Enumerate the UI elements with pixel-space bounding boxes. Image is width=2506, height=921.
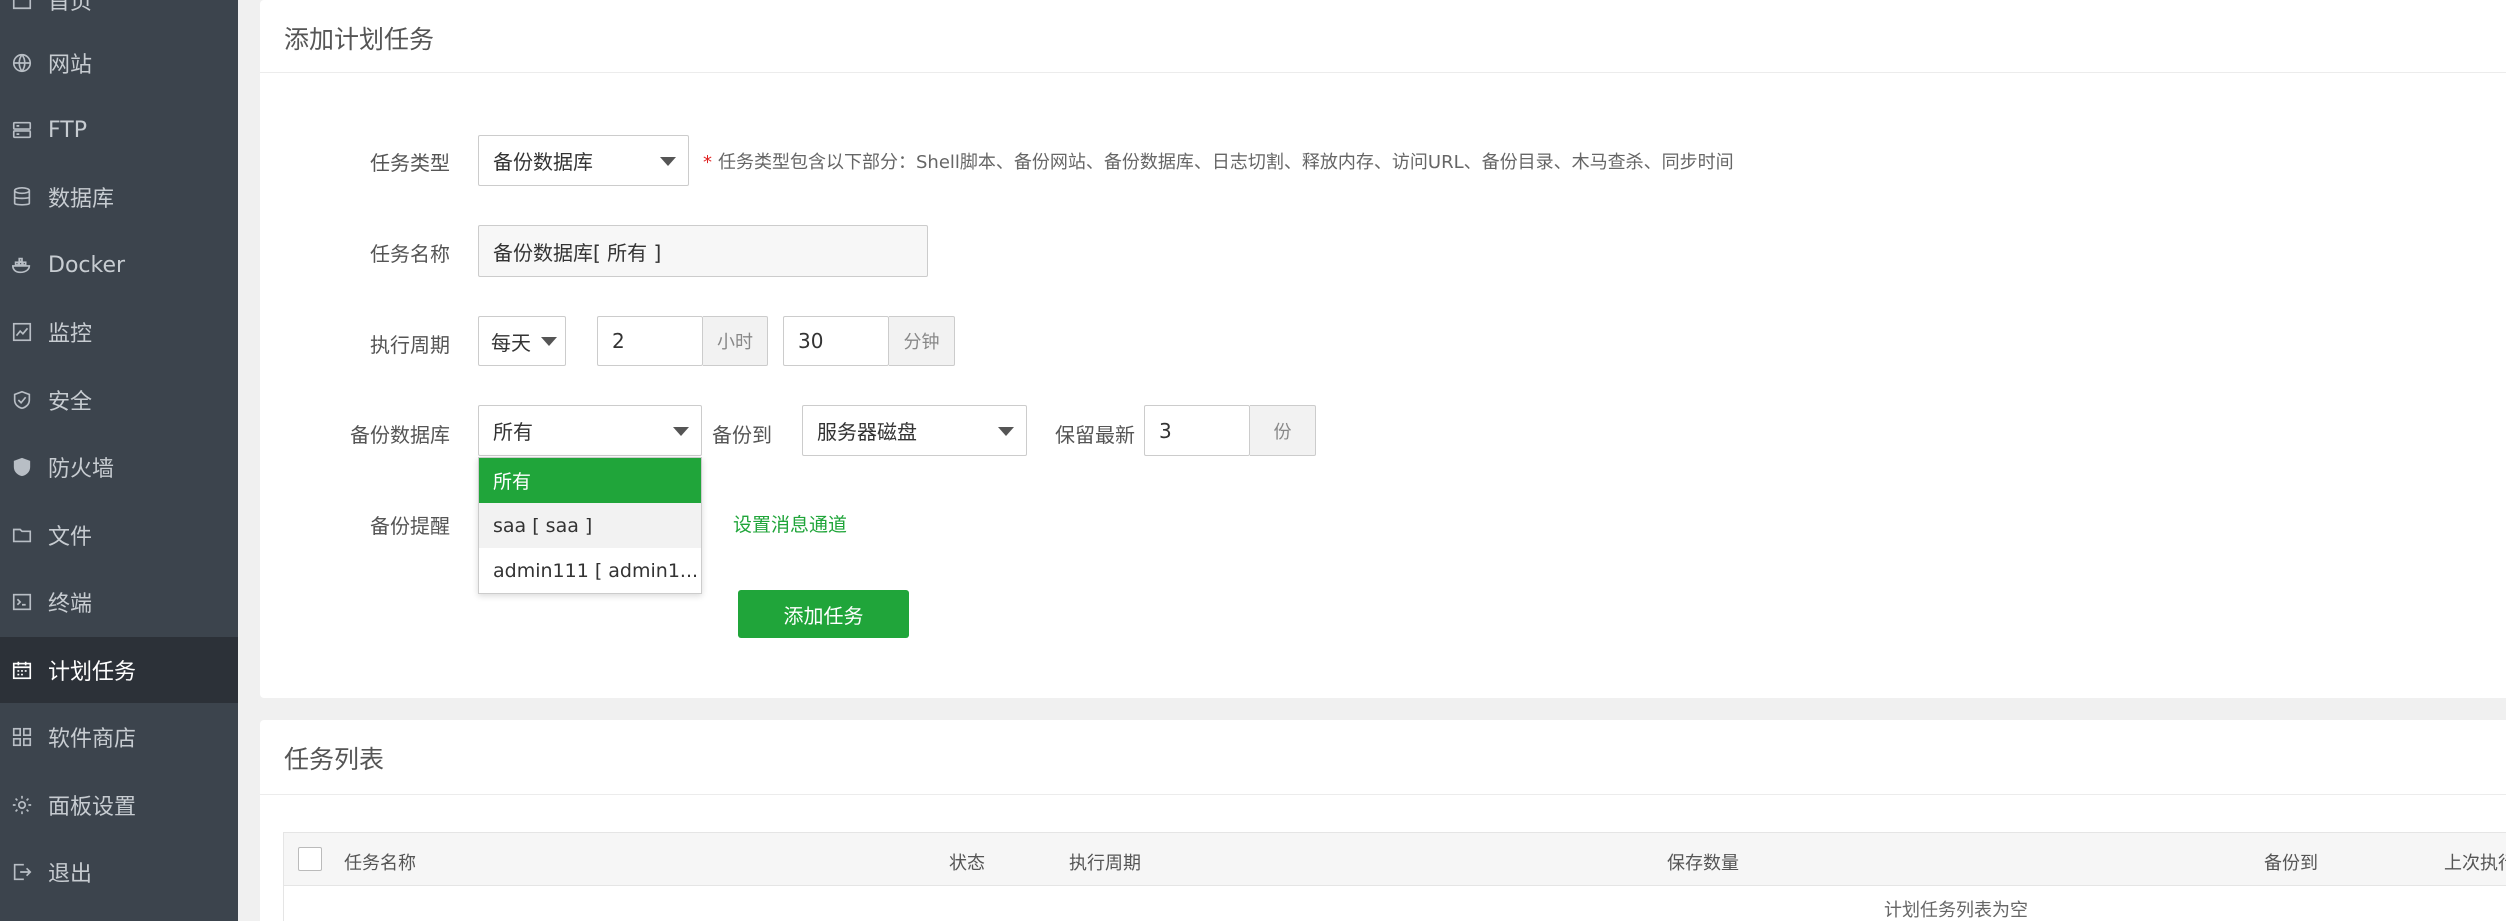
keep-label: 保留最新 xyxy=(1055,423,1135,447)
col-task-name: 任务名称 xyxy=(344,853,416,874)
sidebar-item-database[interactable]: 数据库 xyxy=(0,164,238,230)
backup-db-select[interactable]: 所有 xyxy=(478,405,702,456)
minute-unit: 分钟 xyxy=(889,316,955,366)
sidebar-item-label: 计划任务 xyxy=(48,660,137,685)
sidebar-item-label: 首页 xyxy=(48,0,93,15)
database-icon xyxy=(9,184,35,210)
col-last-run: 上次执行 xyxy=(2444,853,2506,874)
sidebar-item-label: 文件 xyxy=(48,525,93,550)
calendar-icon xyxy=(9,657,35,683)
hour-input[interactable]: 2 xyxy=(597,316,703,366)
chevron-down-icon xyxy=(541,337,557,346)
minute-value: 30 xyxy=(798,329,824,353)
dropdown-option[interactable]: admin111 [ admin1... xyxy=(479,548,701,593)
gear-icon xyxy=(9,792,35,818)
dropdown-option[interactable]: 所有 xyxy=(479,458,701,503)
task-name-value: 备份数据库[ 所有 ] xyxy=(493,240,662,265)
task-list-panel: 任务列表 任务名称 状态 执行周期 保存数量 备份到 上次执行 计划任务列表为空 xyxy=(260,720,2506,921)
backup-db-dropdown: 所有 saa [ saa ] admin111 [ admin1... xyxy=(478,457,702,594)
chevron-down-icon xyxy=(660,156,676,166)
apps-icon xyxy=(9,724,35,750)
sidebar: 首页 网站 FTP 数据库 Docker 监控 安全 防火墙 文件 终端 计划任… xyxy=(0,0,238,921)
empty-message: 计划任务列表为空 xyxy=(1884,900,2028,921)
table-body: 计划任务列表为空 xyxy=(283,886,2506,921)
sidebar-item-settings[interactable]: 面板设置 xyxy=(0,772,238,838)
sidebar-item-label: 防火墙 xyxy=(48,457,115,482)
backup-db-label: 备份数据库 xyxy=(350,423,450,447)
period-label: 执行周期 xyxy=(370,333,450,357)
backup-to-value: 服务器磁盘 xyxy=(817,420,917,444)
reminder-label: 备份提醒 xyxy=(370,514,450,538)
sidebar-item-docker[interactable]: Docker xyxy=(0,232,238,298)
home-icon xyxy=(9,0,35,13)
keep-unit: 份 xyxy=(1250,405,1316,456)
task-name-input[interactable]: 备份数据库[ 所有 ] xyxy=(478,225,928,277)
sidebar-item-logout[interactable]: 退出 xyxy=(0,839,238,905)
monitor-icon xyxy=(9,319,35,345)
sidebar-item-monitor[interactable]: 监控 xyxy=(0,299,238,365)
period-freq-select[interactable]: 每天 xyxy=(478,316,566,366)
sidebar-item-security[interactable]: 安全 xyxy=(0,367,238,433)
required-mark: * xyxy=(703,152,712,173)
folder-icon xyxy=(9,522,35,548)
table-header: 任务名称 状态 执行周期 保存数量 备份到 上次执行 xyxy=(283,832,2506,886)
sidebar-item-label: 数据库 xyxy=(48,187,115,212)
col-backup-to: 备份到 xyxy=(2264,853,2318,874)
sidebar-item-ftp[interactable]: FTP xyxy=(0,97,238,163)
chevron-down-icon xyxy=(673,426,689,436)
logout-icon xyxy=(9,859,35,885)
sidebar-item-app-store[interactable]: 软件商店 xyxy=(0,704,238,770)
task-type-select[interactable]: 备份数据库 xyxy=(478,135,689,186)
keep-input[interactable]: 3 xyxy=(1144,405,1250,456)
sidebar-item-label: 网站 xyxy=(48,53,93,78)
task-name-label: 任务名称 xyxy=(370,242,450,266)
globe-icon xyxy=(9,50,35,76)
sidebar-item-label: 监控 xyxy=(48,322,93,347)
divider xyxy=(260,72,2506,73)
hour-unit: 小时 xyxy=(703,316,768,366)
col-keep-count: 保存数量 xyxy=(1667,853,1739,874)
add-task-button[interactable]: 添加任务 xyxy=(738,590,909,638)
panel-title: 添加计划任务 xyxy=(284,25,435,54)
col-period: 执行周期 xyxy=(1069,853,1141,874)
sidebar-item-terminal[interactable]: 终端 xyxy=(0,569,238,635)
task-list-title: 任务列表 xyxy=(284,745,385,774)
sidebar-item-label: FTP xyxy=(48,117,87,143)
backup-to-select[interactable]: 服务器磁盘 xyxy=(802,405,1027,456)
set-message-channel-link[interactable]: 设置消息通道 xyxy=(733,510,847,537)
sidebar-item-label: 面板设置 xyxy=(48,795,137,820)
sidebar-item-cron[interactable]: 计划任务 xyxy=(0,637,238,703)
shield-icon xyxy=(9,387,35,413)
backup-db-value: 所有 xyxy=(493,420,533,444)
period-freq-value: 每天 xyxy=(491,330,531,355)
sidebar-item-firewall[interactable]: 防火墙 xyxy=(0,434,238,500)
sidebar-item-home[interactable]: 首页 xyxy=(0,0,238,33)
task-type-hint-text: 任务类型包含以下部分：Shell脚本、备份网站、备份数据库、日志切割、释放内存、… xyxy=(718,152,1734,173)
dropdown-option[interactable]: saa [ saa ] xyxy=(479,503,701,548)
terminal-icon xyxy=(9,589,35,615)
hour-value: 2 xyxy=(612,329,625,353)
sidebar-item-label: Docker xyxy=(48,252,126,278)
sidebar-item-label: 软件商店 xyxy=(48,727,137,752)
sidebar-item-website[interactable]: 网站 xyxy=(0,30,238,96)
task-type-hint: * 任务类型包含以下部分：Shell脚本、备份网站、备份数据库、日志切割、释放内存… xyxy=(703,148,1734,174)
select-all-checkbox[interactable] xyxy=(298,847,322,871)
minute-input[interactable]: 30 xyxy=(783,316,889,366)
task-type-value: 备份数据库 xyxy=(493,150,593,174)
divider xyxy=(260,794,2506,795)
firewall-icon xyxy=(9,454,35,480)
chevron-down-icon xyxy=(998,426,1014,436)
sidebar-item-files[interactable]: 文件 xyxy=(0,502,238,568)
sidebar-item-label: 安全 xyxy=(48,390,93,415)
sidebar-item-label: 终端 xyxy=(48,592,93,617)
backup-to-label: 备份到 xyxy=(712,423,772,447)
keep-value: 3 xyxy=(1159,418,1172,443)
task-type-label: 任务类型 xyxy=(370,151,450,175)
col-status: 状态 xyxy=(949,853,985,874)
ftp-icon xyxy=(9,117,35,143)
sidebar-item-label: 退出 xyxy=(48,862,93,887)
docker-icon xyxy=(9,252,35,278)
